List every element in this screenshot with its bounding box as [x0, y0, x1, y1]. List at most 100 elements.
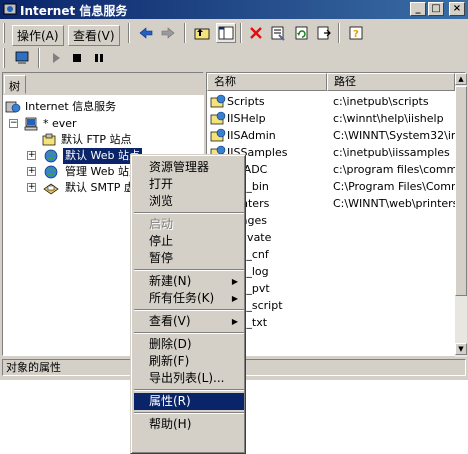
computer-icon — [24, 117, 38, 131]
toolbar-separator — [128, 23, 130, 43]
forward-icon[interactable] — [158, 23, 178, 43]
context-menu-item[interactable]: 新建(N) ▶ — [134, 273, 244, 290]
toolbar-separator — [38, 48, 40, 68]
web-site-icon — [44, 149, 58, 163]
window-title: Internet 信息服务 — [20, 4, 128, 18]
list-cell-path: c:\inetpub\iissamples — [333, 146, 450, 159]
context-menu-item-label: 资源管理器 — [149, 160, 210, 174]
scroll-up-icon[interactable]: ▲ — [455, 73, 467, 85]
web-site-icon — [44, 165, 58, 179]
delete-icon[interactable] — [246, 23, 266, 43]
properties-icon[interactable] — [268, 23, 288, 43]
grip — [3, 48, 5, 68]
up-folder-icon[interactable] — [192, 23, 212, 43]
submenu-arrow-icon: ▶ — [231, 317, 238, 326]
tab-tree[interactable]: 树 — [4, 75, 26, 94]
context-menu-item[interactable]: 帮助(H) — [134, 416, 244, 433]
collapse-icon[interactable]: − — [9, 119, 18, 128]
context-menu-item[interactable]: 属性(R) — [134, 393, 244, 410]
tree-tab-bar: 树 — [3, 73, 205, 95]
context-menu-item-label: 暂停 — [149, 251, 174, 265]
maximize-button[interactable]: □ — [428, 2, 444, 16]
list-row[interactable]: Scripts c:\inetpub\scripts — [207, 93, 455, 110]
context-menu-item[interactable]: 所有任务(K) ▶ — [134, 290, 244, 307]
menu-separator — [134, 412, 244, 414]
context-menu-item: 启动 — [134, 216, 244, 233]
context-menu-item-label: 停止 — [149, 234, 174, 248]
toolbar-separator — [338, 23, 340, 43]
context-menu-item-label: 查看(V) — [149, 314, 191, 328]
context-menu-item[interactable]: 停止 — [134, 233, 244, 250]
virtual-directory-icon — [210, 94, 226, 108]
list-cell-name: IISHelp — [227, 112, 266, 125]
help-icon[interactable]: ? — [346, 23, 366, 43]
refresh-icon[interactable] — [292, 23, 312, 43]
expand-icon[interactable]: + — [27, 151, 36, 160]
list-cell-path: C:\WINNT\web\printers — [333, 197, 455, 210]
list-row[interactable]: IISHelp c:\winnt\help\iishelp — [207, 110, 455, 127]
toolbar-separator — [240, 23, 242, 43]
context-menu-item[interactable]: 浏览 — [134, 193, 244, 210]
list-cell-path: c:\winnt\help\iishelp — [333, 112, 444, 125]
list-row[interactable]: IISAdmin C:\WINNT\System32\inetsrv — [207, 127, 455, 144]
menu-separator — [134, 212, 244, 214]
ftp-site-icon — [42, 133, 56, 146]
console-icon[interactable] — [12, 48, 32, 68]
column-header-name[interactable]: 名称 — [207, 73, 327, 91]
list-cell-path: C:\Program Files\Common — [333, 180, 455, 193]
tree-node-label: Internet 信息服务 — [25, 100, 117, 113]
context-menu-item[interactable]: 导出列表(L)... — [134, 370, 244, 387]
show-tree-icon[interactable] — [216, 23, 236, 43]
vertical-scrollbar[interactable]: ▲ ▼ — [455, 73, 467, 357]
title-bar[interactable]: Internet 信息服务 _ □ × — [0, 0, 468, 19]
scroll-thumb[interactable] — [455, 86, 467, 296]
context-menu-item[interactable]: 刷新(F) — [134, 353, 244, 370]
context-menu-item[interactable]: 打开 — [134, 176, 244, 193]
list-cell-path: c:\inetpub\scripts — [333, 95, 429, 108]
grip — [3, 23, 5, 43]
submenu-arrow-icon: ▶ — [231, 277, 238, 286]
tree-node-label: * ever — [43, 117, 77, 130]
context-menu-item-label: 打开 — [149, 177, 174, 191]
menu-action[interactable]: 操作(A) — [12, 25, 64, 46]
context-menu-item[interactable]: 资源管理器 — [134, 159, 244, 176]
context-menu-item-label: 导出列表(L)... — [149, 371, 225, 385]
context-menu-item-label: 删除(D) — [149, 337, 192, 351]
iis-icon — [5, 101, 21, 113]
expand-icon[interactable]: + — [27, 167, 36, 176]
pause-icon[interactable] — [89, 48, 109, 68]
virtual-directory-icon — [210, 111, 226, 125]
context-menu-item-label: 帮助(H) — [149, 417, 192, 431]
menu-view[interactable]: 查看(V) — [68, 25, 120, 46]
list-cell-name: Scripts — [227, 95, 265, 108]
scroll-down-icon[interactable]: ▼ — [455, 343, 467, 355]
service-toolbar — [0, 47, 468, 69]
context-menu-item-label: 刷新(F) — [149, 354, 190, 368]
stop-icon[interactable] — [67, 48, 87, 68]
back-icon[interactable] — [136, 23, 156, 43]
context-menu-item-label: 浏览 — [149, 194, 174, 208]
menu-bar: 操作(A) 查看(V) ? — [0, 21, 468, 46]
export-icon[interactable] — [314, 23, 334, 43]
list-cell-path: c:\program files\common — [333, 163, 455, 176]
context-menu-item[interactable]: 查看(V) ▶ — [134, 313, 244, 330]
context-menu-item[interactable]: 删除(D) — [134, 336, 244, 353]
column-header-path[interactable]: 路径 — [327, 73, 455, 91]
virtual-directory-icon — [210, 128, 226, 142]
toolbar-separator — [184, 23, 186, 43]
list-header: 名称 路径 — [207, 73, 455, 91]
menu-separator — [134, 269, 244, 271]
smtp-icon — [43, 183, 59, 195]
context-menu-item[interactable]: 暂停 — [134, 250, 244, 267]
context-menu-item-label: 属性(R) — [149, 394, 191, 408]
minimize-button[interactable]: _ — [410, 2, 426, 16]
svg-text:?: ? — [353, 29, 359, 40]
context-menu-item-label: 启动 — [149, 217, 174, 231]
context-menu-item-label: 所有任务(K) — [149, 291, 215, 305]
play-icon[interactable] — [46, 48, 66, 68]
expand-icon[interactable]: + — [27, 183, 36, 192]
menu-separator — [134, 309, 244, 311]
context-menu-item-label: 新建(N) — [149, 274, 192, 288]
list-cell-name: IISAdmin — [227, 129, 276, 142]
close-button[interactable]: × — [449, 2, 465, 16]
